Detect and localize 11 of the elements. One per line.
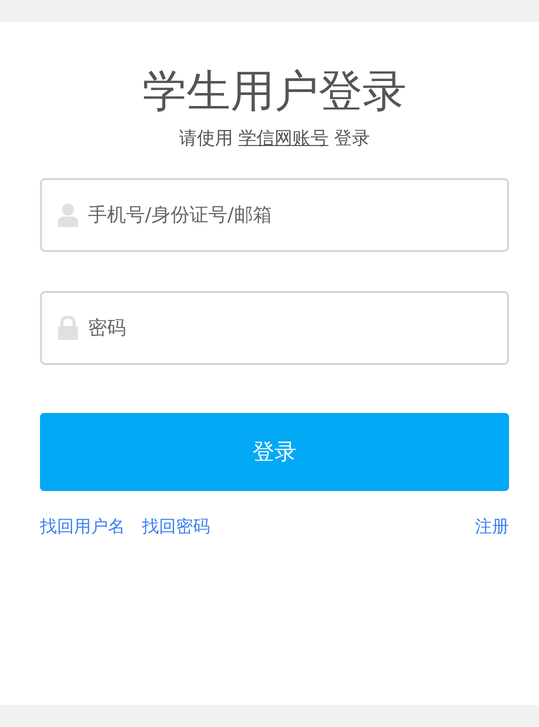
register-link[interactable]: 注册 — [475, 515, 509, 538]
password-field[interactable]: 密码 — [40, 291, 509, 365]
login-hint: 请使用 学信网账号 登录 — [178, 127, 372, 151]
login-button[interactable]: 登录 — [40, 413, 509, 491]
page-title: 学生用户登录 — [142, 65, 408, 119]
person-icon — [58, 203, 78, 227]
text-link[interactable]: 找回用户名 — [40, 515, 125, 538]
text-link[interactable]: 找回密码 — [142, 515, 210, 538]
username-field[interactable]: 手机号/身份证号/邮箱 — [40, 178, 509, 252]
account-link[interactable]: 学信网账号 — [238, 128, 328, 149]
lock-icon — [58, 316, 78, 340]
